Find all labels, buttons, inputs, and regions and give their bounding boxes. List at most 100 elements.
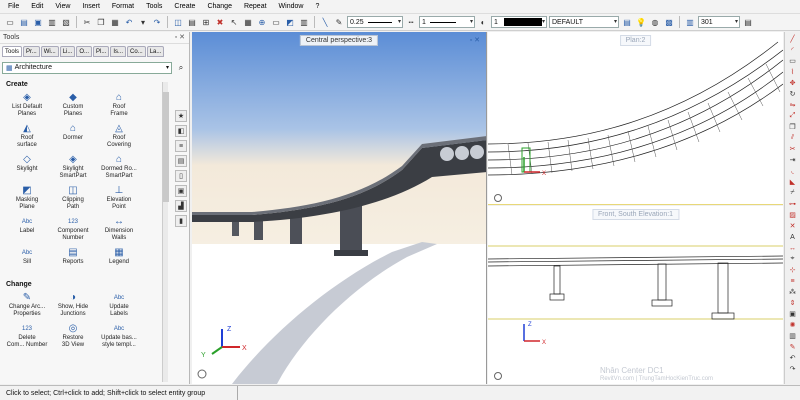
- column-icon[interactable]: ▮: [175, 215, 187, 227]
- tool-item[interactable]: ◩ Masking Plane: [4, 184, 50, 215]
- tab-tools[interactable]: Tools: [2, 46, 23, 57]
- undo-icon[interactable]: ↶: [123, 16, 135, 28]
- copy-tool-icon[interactable]: ❐: [787, 122, 799, 132]
- maximize-icon[interactable]: ▫ ✕: [470, 36, 480, 44]
- tools-scrollbar[interactable]: [162, 82, 169, 382]
- stretch-icon[interactable]: ⇕: [787, 298, 799, 308]
- tool-item[interactable]: ⌂ Roof Frame: [96, 91, 142, 122]
- navigation-icon[interactable]: [494, 372, 502, 380]
- tool-item[interactable]: ◎ Restore 3D View: [50, 322, 96, 353]
- tool-item[interactable]: ⊥ Elevation Point: [96, 184, 142, 215]
- tool-item[interactable]: ✎ Change Arc... Properties: [4, 291, 50, 322]
- tab-pl[interactable]: Pl...: [93, 46, 110, 57]
- tab-is[interactable]: Is...: [110, 46, 127, 57]
- window-icon[interactable]: ▭: [270, 16, 282, 28]
- stair-icon[interactable]: ▟: [175, 200, 187, 212]
- layer-select[interactable]: DEFAULT ▾: [549, 16, 619, 28]
- arc-icon[interactable]: ◜: [787, 45, 799, 55]
- align-icon[interactable]: ≡: [787, 276, 799, 286]
- tool-item[interactable]: Abc Sill: [4, 246, 50, 277]
- tool-item[interactable]: ⌂ Dormer: [50, 122, 96, 153]
- search-icon[interactable]: ⌕: [175, 62, 187, 74]
- line-tool-icon[interactable]: ╲: [319, 16, 331, 28]
- open-file-icon[interactable]: ▤: [18, 16, 30, 28]
- fill-icon[interactable]: ◍: [649, 16, 661, 28]
- erase-icon[interactable]: ✕: [787, 221, 799, 231]
- view-icon[interactable]: ◩: [284, 16, 296, 28]
- tool-item[interactable]: ◬ Roof Covering: [96, 122, 142, 153]
- scale-select[interactable]: 301 ▾: [698, 16, 740, 28]
- perspective-viewport[interactable]: Z X Y Central perspective:3 ▫ ✕: [192, 32, 487, 384]
- menu-help[interactable]: ?: [315, 3, 319, 10]
- tool-item[interactable]: 123 Component Number: [50, 215, 96, 246]
- tool-item[interactable]: ◆ Custom Planes: [50, 91, 96, 122]
- layer-status-icon[interactable]: ▤: [621, 16, 633, 28]
- layer-icon[interactable]: ◫: [172, 16, 184, 28]
- line-draw-icon[interactable]: ╱: [787, 34, 799, 44]
- rotate-icon[interactable]: ↻: [787, 89, 799, 99]
- plot-icon[interactable]: ▥: [298, 16, 310, 28]
- pointer-icon[interactable]: ↖: [228, 16, 240, 28]
- menu-file[interactable]: File: [8, 3, 19, 10]
- tab-li[interactable]: Li...: [59, 46, 76, 57]
- dimension-tool-icon[interactable]: ↔: [787, 243, 799, 253]
- drawing-type-icon[interactable]: ▤: [742, 16, 754, 28]
- object-icon[interactable]: ◧: [175, 125, 187, 137]
- mirror-icon[interactable]: ⇋: [787, 100, 799, 110]
- explode-icon[interactable]: ✺: [787, 320, 799, 330]
- cut-icon[interactable]: ✂: [81, 16, 93, 28]
- menu-edit[interactable]: Edit: [31, 3, 43, 10]
- tool-item[interactable]: ◫ Clipping Path: [50, 184, 96, 215]
- navigation-icon[interactable]: [494, 194, 502, 202]
- scale-icon[interactable]: ▥: [684, 16, 696, 28]
- rectangle-icon[interactable]: ▭: [787, 56, 799, 66]
- wall-icon[interactable]: ▤: [175, 155, 187, 167]
- category-select[interactable]: ▦ Architecture ▾: [2, 61, 172, 74]
- scale-tool-icon[interactable]: ⤢: [787, 111, 799, 121]
- tool-item[interactable]: ▦ Legend: [96, 246, 142, 277]
- move-icon[interactable]: ✥: [787, 78, 799, 88]
- scrollbar-thumb[interactable]: [163, 92, 169, 202]
- tool-item[interactable]: Abc Update bas... style templ...: [96, 322, 142, 353]
- join-icon[interactable]: ⊶: [787, 199, 799, 209]
- tab-pr[interactable]: Pr...: [23, 46, 40, 57]
- snap-icon[interactable]: ⊹: [787, 265, 799, 275]
- undo-dropdown-icon[interactable]: ▾: [137, 16, 149, 28]
- preview-icon[interactable]: ▧: [60, 16, 72, 28]
- tool-item[interactable]: 123 Delete Com... Number: [4, 322, 50, 353]
- line-type-select[interactable]: 1 ▾: [419, 16, 475, 28]
- measure-icon[interactable]: ⌖: [787, 254, 799, 264]
- tool-item[interactable]: ◇ Skylight: [4, 153, 50, 184]
- delete-icon[interactable]: ✖: [214, 16, 226, 28]
- tab-la[interactable]: La...: [146, 46, 165, 57]
- print-icon[interactable]: ▥: [46, 16, 58, 28]
- hatch-icon[interactable]: ▨: [787, 210, 799, 220]
- favorites-icon[interactable]: ★: [175, 110, 187, 122]
- tool-item[interactable]: Abc Label: [4, 215, 50, 246]
- tool-item[interactable]: ◈ List Default Planes: [4, 91, 50, 122]
- menu-view[interactable]: View: [55, 3, 70, 10]
- new-file-icon[interactable]: ▭: [4, 16, 16, 28]
- polyline-icon[interactable]: ⌇: [787, 67, 799, 77]
- menu-window[interactable]: Window: [279, 3, 304, 10]
- redo-icon[interactable]: ↷: [151, 16, 163, 28]
- break-icon[interactable]: ⌿: [787, 188, 799, 198]
- match-icon[interactable]: ▥: [787, 331, 799, 341]
- tab-co[interactable]: Co...: [127, 46, 146, 57]
- pen-icon[interactable]: ✎: [333, 16, 345, 28]
- dimension-icon[interactable]: ⊞: [200, 16, 212, 28]
- pen-thickness-select[interactable]: 0.25 ▾: [347, 16, 403, 28]
- undo-side-icon[interactable]: ↶: [787, 353, 799, 363]
- array-icon[interactable]: ⁂: [787, 287, 799, 297]
- trim-icon[interactable]: ✂: [787, 144, 799, 154]
- color-select[interactable]: 1 ▾: [491, 16, 547, 28]
- offset-icon[interactable]: ⫽: [787, 133, 799, 143]
- pattern-icon[interactable]: ▩: [663, 16, 675, 28]
- plan-viewport[interactable]: X Plan:2: [488, 32, 783, 205]
- tool-item[interactable]: Abc Update Labels: [96, 291, 142, 322]
- color-icon[interactable]: ◐: [477, 16, 489, 28]
- menu-repeat[interactable]: Repeat: [244, 3, 267, 10]
- menu-change[interactable]: Change: [207, 3, 232, 10]
- zoom-icon[interactable]: ⊕: [256, 16, 268, 28]
- pen-tool-icon[interactable]: ✎: [787, 342, 799, 352]
